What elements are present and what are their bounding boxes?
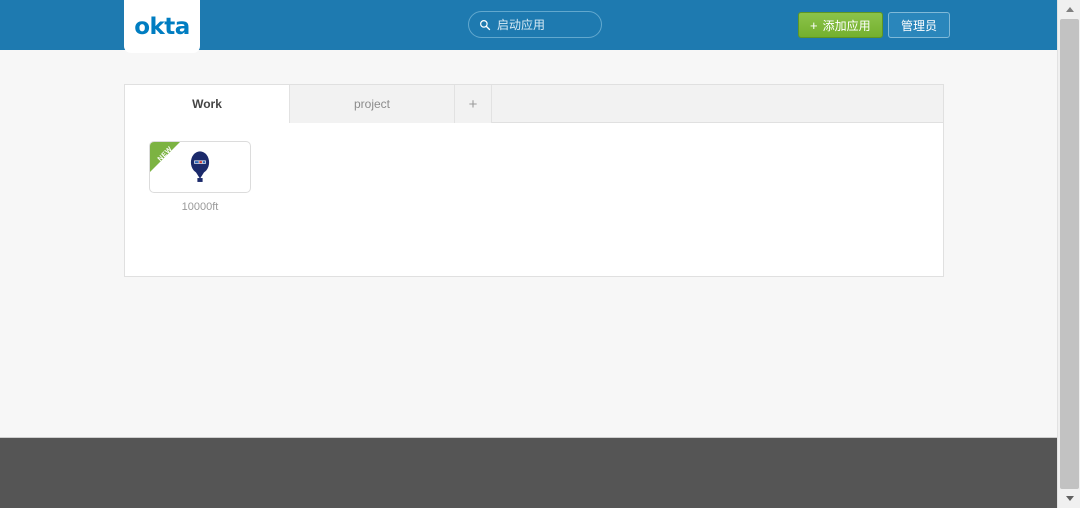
scrollbar-up-button[interactable] [1058, 0, 1080, 19]
tab-project[interactable]: project [290, 85, 455, 123]
app-label: 10000ft [181, 201, 219, 213]
app-tile[interactable]: NEW [149, 141, 251, 193]
tab-work-label: Work [192, 97, 222, 111]
browser-viewport: okta 启动应用 主页 [0, 0, 1080, 508]
page-content: okta 启动应用 主页 [0, 0, 1057, 508]
chevron-up-icon [1065, 7, 1074, 12]
app-dashboard-card: Work project + NEW 10000ft [124, 84, 944, 277]
tab-add-new[interactable]: + [455, 85, 492, 123]
admin-button[interactable]: 管理员 [888, 12, 951, 38]
top-navigation-bar: okta 启动应用 主页 [0, 0, 1057, 53]
scrollbar-down-button[interactable] [1058, 489, 1080, 508]
okta-logo-text: okta [134, 13, 190, 40]
scrollbar-thumb[interactable] [1060, 19, 1079, 489]
search-icon [480, 19, 491, 30]
tab-add-label: + [468, 95, 478, 113]
app-grid: NEW 10000ft [125, 123, 943, 213]
vertical-scrollbar[interactable] [1057, 0, 1080, 508]
search-container: 启动应用 [468, 11, 602, 38]
admin-label: 管理员 [901, 18, 938, 33]
app-card-10000ft[interactable]: NEW 10000ft [149, 141, 251, 213]
search-input[interactable]: 启动应用 [468, 11, 602, 38]
search-placeholder: 启动应用 [497, 18, 546, 32]
tab-bar-filler [492, 85, 943, 122]
add-app-button[interactable]: + 添加应用 [798, 12, 883, 38]
page-footer: 请求应用 上次登录时间: 2 分钟前 [0, 437, 1057, 508]
balloon-icon [190, 151, 210, 182]
tab-bar: Work project + [125, 85, 943, 123]
okta-logo[interactable]: okta [124, 0, 200, 53]
tab-work[interactable]: Work [125, 85, 290, 123]
new-badge-ribbon [150, 142, 180, 172]
plus-icon: + [810, 17, 818, 33]
chevron-down-icon [1065, 496, 1074, 501]
add-app-label: 添加应用 [822, 18, 871, 33]
tab-project-label: project [353, 97, 391, 111]
